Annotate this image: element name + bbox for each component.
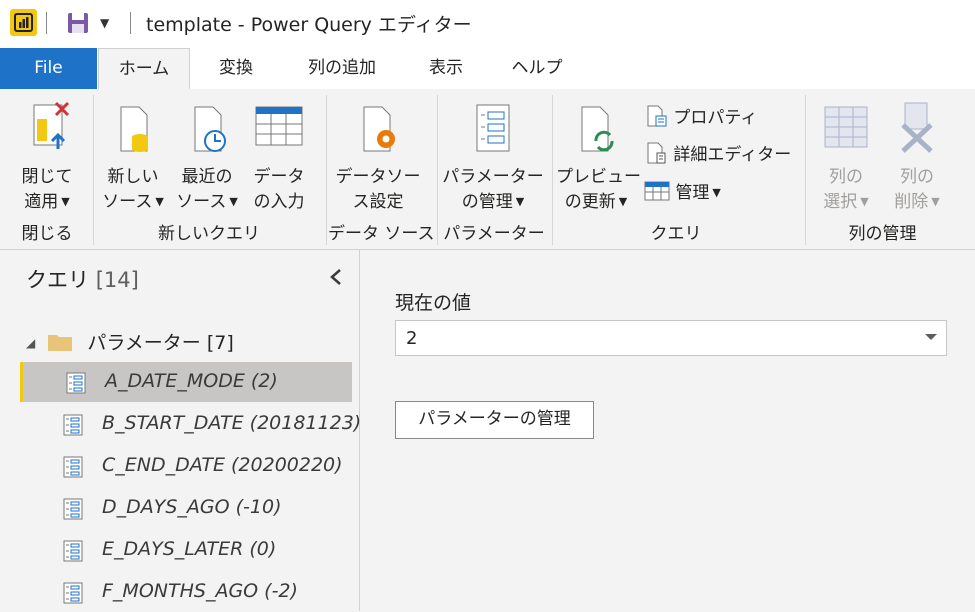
- group-label-parameters: パラメーター: [443, 224, 545, 244]
- parameter-icon: [63, 456, 83, 478]
- group-label-query: クエリ: [650, 224, 702, 244]
- properties-button[interactable]: プロパティ: [644, 103, 757, 128]
- tab-add-column[interactable]: 列の追加: [290, 48, 394, 89]
- group-divider: [552, 95, 553, 245]
- queries-pane: クエリ [14] ◢ パラメーター [7] A_DATE_MODE (2) B_…: [0, 250, 361, 612]
- chevron-down-icon: ▼: [155, 195, 164, 208]
- current-value-text: 2: [406, 328, 418, 349]
- tab-transform[interactable]: 変換: [196, 48, 276, 89]
- query-item[interactable]: C_END_DATE (20200220): [20, 446, 352, 486]
- enter-data-button[interactable]: データ の入力: [248, 99, 310, 215]
- choose-columns-button[interactable]: 列の 選択 ▼: [814, 99, 878, 216]
- parameters-folder[interactable]: ◢ パラメーター [7]: [26, 328, 234, 355]
- group-label-manage-columns: 列の管理: [848, 224, 917, 244]
- chevron-down-icon: ▼: [618, 195, 628, 208]
- close-apply-button[interactable]: 閉じて 適用 ▼: [12, 99, 82, 216]
- parameter-icon: [63, 414, 83, 436]
- ribbon: 閉じて 適用 ▼ 閉じる 新しい ソース ▼ 最近の ソース ▼ データ の入力 新し…: [0, 89, 975, 250]
- new-source-icon: [120, 106, 148, 152]
- group-label-new-query: 新しいクエリ: [158, 224, 260, 244]
- title-bar: ▼ template - Power Query エディター: [0, 0, 975, 48]
- group-divider: [326, 95, 327, 245]
- save-icon[interactable]: [66, 11, 90, 39]
- queries-pane-title: クエリ [14]: [26, 268, 139, 292]
- divider: [130, 12, 131, 34]
- tab-help[interactable]: ヘルプ: [498, 48, 576, 89]
- remove-columns-button[interactable]: 列の 削除 ▼: [884, 99, 950, 216]
- chevron-down-icon: ▼: [515, 195, 525, 208]
- parameter-editor-panel: 現在の値 2 パラメーターの管理: [360, 250, 975, 611]
- remove-columns-icon: [901, 102, 933, 153]
- chevron-down-icon: ▼: [61, 195, 70, 208]
- group-label-close: 閉じる: [21, 224, 73, 244]
- chevron-down-icon: ▼: [229, 195, 238, 208]
- window-title: template - Power Query エディター: [146, 14, 472, 36]
- refresh-preview-button[interactable]: プレビュー の更新 ▼: [556, 99, 641, 216]
- tab-view[interactable]: 表示: [410, 48, 482, 89]
- expand-triangle-icon[interactable]: ◢: [26, 336, 35, 350]
- new-source-button[interactable]: 新しい ソース ▼: [100, 99, 166, 216]
- power-bi-logo-icon: [10, 9, 37, 36]
- query-item[interactable]: A_DATE_MODE (2): [20, 362, 352, 402]
- data-source-settings-button[interactable]: データソー ス設定: [332, 99, 424, 215]
- refresh-icon: [581, 106, 614, 152]
- tab-home[interactable]: ホーム: [98, 48, 190, 89]
- choose-columns-icon: [824, 106, 868, 148]
- ribbon-tabs: File ホーム 変換 列の追加 表示 ヘルプ: [0, 48, 975, 89]
- advanced-editor-icon: [647, 142, 666, 164]
- current-value-label: 現在の値: [395, 292, 472, 314]
- table-icon: [644, 181, 670, 201]
- group-divider: [805, 95, 806, 245]
- parameter-icon: [63, 582, 83, 604]
- chevron-down-icon: ▼: [860, 195, 869, 208]
- divider: [46, 12, 47, 34]
- manage-parameters-ribbon-button[interactable]: パラメーター の管理 ▼: [442, 99, 544, 216]
- properties-icon: [647, 105, 667, 127]
- query-item[interactable]: F_MONTHS_AGO (-2): [20, 572, 352, 612]
- gear-icon: [363, 106, 395, 152]
- tab-file[interactable]: File: [0, 48, 97, 89]
- parameter-icon: [63, 540, 83, 562]
- query-item[interactable]: E_DAYS_LATER (0): [20, 530, 352, 570]
- chevron-down-icon[interactable]: [924, 330, 938, 344]
- collapse-pane-icon[interactable]: [328, 268, 344, 290]
- parameter-icon: [66, 372, 86, 394]
- quick-access-dropdown-icon[interactable]: ▼: [100, 16, 109, 30]
- chevron-down-icon: ▼: [712, 186, 721, 199]
- manage-button[interactable]: 管理 ▼: [644, 178, 721, 203]
- group-divider: [93, 95, 94, 245]
- recent-source-button[interactable]: 最近の ソース ▼: [172, 99, 242, 216]
- folder-icon: [48, 335, 73, 351]
- group-label-datasource: データ ソース: [328, 224, 435, 244]
- chevron-down-icon: ▼: [931, 195, 940, 208]
- current-value-select[interactable]: 2: [395, 320, 947, 356]
- close-apply-icon: [33, 101, 70, 149]
- parameter-icon: [63, 498, 83, 520]
- manage-parameters-button[interactable]: パラメーターの管理: [395, 401, 594, 439]
- clock-icon: [194, 106, 226, 152]
- query-item[interactable]: B_START_DATE (20181123): [20, 404, 361, 444]
- advanced-editor-button[interactable]: 詳細エディター: [644, 140, 791, 165]
- table-icon: [255, 106, 303, 146]
- query-item[interactable]: D_DAYS_AGO (-10): [20, 488, 352, 528]
- group-divider: [437, 95, 438, 245]
- parameters-icon: [476, 104, 510, 152]
